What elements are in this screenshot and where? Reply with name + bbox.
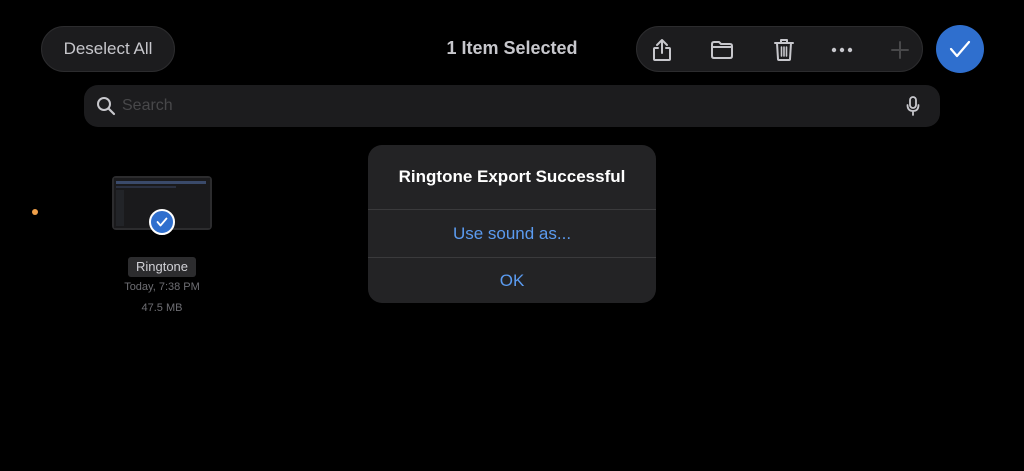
more-button[interactable] <box>819 27 865 73</box>
share-button[interactable] <box>639 27 685 73</box>
add-button[interactable] <box>877 27 923 73</box>
selected-check-badge <box>149 209 175 235</box>
done-button[interactable] <box>936 25 984 73</box>
plus-icon <box>891 41 909 59</box>
folder-icon <box>711 41 733 59</box>
checkmark-icon <box>949 40 971 58</box>
move-to-folder-button[interactable] <box>699 27 745 73</box>
page-title: 1 Item Selected <box>446 38 578 58</box>
delete-button[interactable] <box>761 27 807 73</box>
search-input[interactable] <box>122 85 882 127</box>
deselect-all-button[interactable]: Deselect All <box>41 26 175 72</box>
selection-toolbar <box>636 26 923 72</box>
use-sound-as-button[interactable]: Use sound as... <box>368 210 656 257</box>
microphone-icon[interactable] <box>906 96 920 116</box>
file-size: 47.5 MB <box>141 302 183 314</box>
status-dot <box>32 209 38 215</box>
export-success-alert: Ringtone Export Successful Use sound as.… <box>368 145 656 303</box>
more-icon <box>831 47 853 53</box>
ok-button[interactable]: OK <box>368 258 656 303</box>
deselect-all-label: Deselect All <box>63 39 153 58</box>
file-name[interactable]: Ringtone <box>128 257 196 277</box>
search-bar <box>84 85 940 127</box>
share-icon <box>653 39 671 61</box>
checkmark-icon <box>156 217 168 227</box>
trash-icon <box>774 39 794 61</box>
file-date: Today, 7:38 PM <box>124 281 200 293</box>
search-icon <box>97 97 116 116</box>
files-screen: Deselect All 1 Item Selected Search Ring… <box>0 0 1024 471</box>
alert-title: Ringtone Export Successful <box>398 167 626 186</box>
